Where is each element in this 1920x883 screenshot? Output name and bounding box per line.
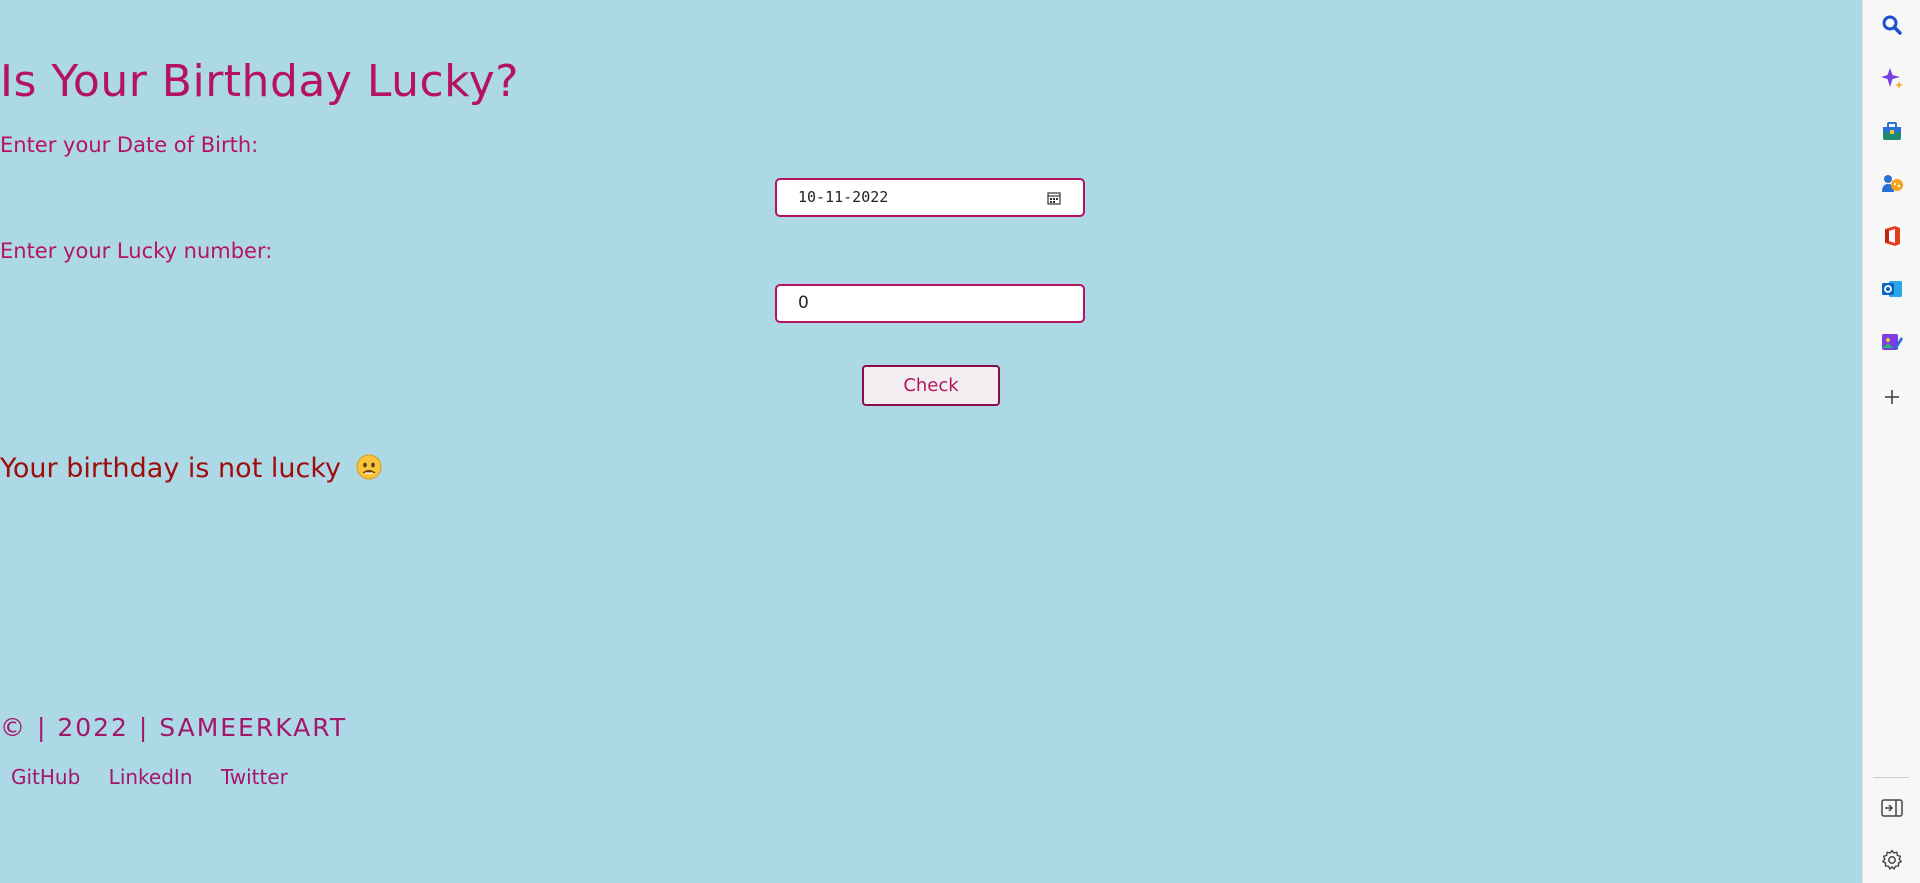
outlook-icon[interactable]	[1878, 275, 1906, 303]
result-text: Your birthday is not lucky	[0, 453, 341, 484]
footer-links: GitHub LinkedIn Twitter	[0, 765, 1862, 789]
github-link[interactable]: GitHub	[11, 765, 80, 789]
linkedin-link[interactable]: LinkedIn	[109, 765, 193, 789]
shopping-icon[interactable]	[1878, 117, 1906, 145]
search-icon[interactable]	[1878, 11, 1906, 39]
worried-face-emoji	[356, 454, 382, 479]
page-title: Is Your Birthday Lucky?	[0, 56, 519, 107]
games-icon[interactable]	[1878, 170, 1906, 198]
footer-credit: © | 2022 | SAMEERKART	[0, 713, 348, 742]
dob-label: Enter your Date of Birth:	[0, 133, 259, 157]
lucky-number-label: Enter your Lucky number:	[0, 239, 273, 263]
dob-value: 10-11-2022	[798, 188, 889, 206]
calendar-icon[interactable]	[1047, 191, 1061, 205]
twitter-link[interactable]: Twitter	[221, 765, 288, 789]
designer-icon[interactable]	[1878, 328, 1906, 356]
copilot-icon[interactable]	[1878, 64, 1906, 92]
add-icon[interactable]	[1878, 383, 1906, 411]
sidebar-divider	[1873, 777, 1909, 778]
lucky-number-input[interactable]: 0	[775, 284, 1085, 323]
hide-sidebar-icon[interactable]	[1878, 794, 1906, 822]
page: Is Your Birthday Lucky? Enter your Date …	[0, 0, 1862, 883]
check-button[interactable]: Check	[862, 365, 1000, 406]
settings-icon[interactable]	[1878, 846, 1906, 874]
dob-date-input[interactable]: 10-11-2022	[775, 178, 1085, 217]
lucky-number-value: 0	[798, 293, 809, 313]
browser-sidebar	[1862, 0, 1920, 883]
office-icon[interactable]	[1878, 222, 1906, 250]
result-message: Your birthday is not lucky	[0, 453, 1862, 484]
